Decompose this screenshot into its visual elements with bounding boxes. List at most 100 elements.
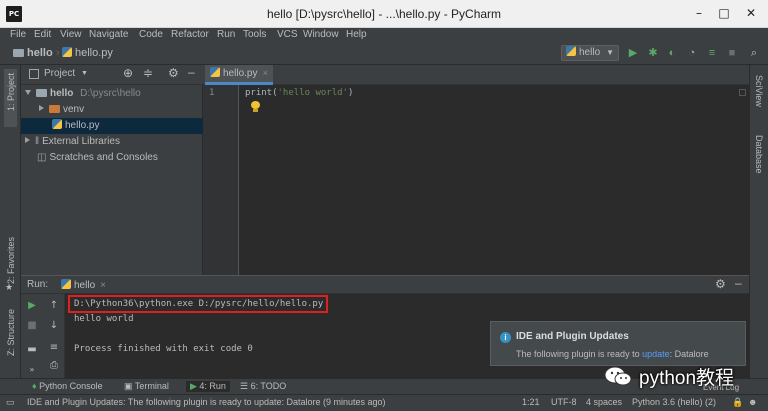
run-icon: ▶ xyxy=(190,381,200,391)
close-button[interactable]: ✕ xyxy=(739,4,763,22)
run-icon[interactable]: ▶ xyxy=(627,47,639,59)
status-message[interactable]: IDE and Plugin Updates: The following pl… xyxy=(27,397,386,407)
run-toolbar-right: ↑ ↓ ≡ ⎙ xyxy=(43,294,65,379)
rerun-icon[interactable]: ▶ xyxy=(26,300,38,312)
project-tool-button[interactable]: 1: Project xyxy=(4,69,17,127)
run-tab[interactable]: ▶ 4: Run xyxy=(186,381,230,392)
editor-tab-bar: hello.py × xyxy=(203,65,749,85)
menu-refactor[interactable]: Refactor xyxy=(171,29,209,40)
run-tab-label: 4: Run xyxy=(199,381,226,391)
menu-file[interactable]: File xyxy=(10,29,26,40)
profile-icon[interactable]: ◔ xyxy=(686,47,698,59)
minimize-button[interactable]: – xyxy=(687,4,711,22)
collapse-all-icon[interactable]: ≑ xyxy=(143,66,153,80)
tree-file-label: hello.py xyxy=(65,120,100,131)
folder-icon xyxy=(49,105,60,113)
project-tool-label: 1: Project xyxy=(6,73,16,112)
run-panel-label: Run: xyxy=(27,279,49,290)
print-icon[interactable]: ⎙ xyxy=(48,360,60,372)
lock-icon[interactable]: 🔒 xyxy=(732,397,743,408)
project-panel-header: Project ▼ ⊕ ≑ ⚙ – xyxy=(21,65,203,85)
menu-tools[interactable]: Tools xyxy=(243,29,266,40)
run-configuration-dropdown[interactable]: hello ▼ xyxy=(561,45,619,61)
python-console-tab[interactable]: ♦ Python Console xyxy=(32,381,103,391)
layout-icon[interactable]: ▬ xyxy=(26,344,38,356)
scroll-down-icon[interactable]: ↓ xyxy=(48,320,60,332)
soft-wrap-icon[interactable]: ≡ xyxy=(48,342,60,354)
close-tab-icon[interactable]: × xyxy=(263,65,268,82)
hide-panel-icon[interactable]: – xyxy=(735,276,742,290)
code-line-1[interactable]: print('hello world') xyxy=(245,88,353,98)
chevron-down-icon[interactable]: ▼ xyxy=(81,70,88,77)
python-interpreter[interactable]: Python 3.6 (hello) (2) xyxy=(632,397,716,407)
debug-icon[interactable]: ✱ xyxy=(647,47,659,59)
caret-position[interactable]: 1:21 xyxy=(522,397,540,407)
close-tab-icon[interactable]: × xyxy=(100,280,106,291)
python-file-icon xyxy=(62,47,72,57)
todo-label: 6: TODO xyxy=(250,381,287,391)
notification-title: IDE and Plugin Updates xyxy=(516,331,629,342)
run-toolbar-left: ▶ ■ ▬ » xyxy=(21,294,43,379)
breadcrumb-project[interactable]: hello xyxy=(13,47,53,59)
sciview-tool-button[interactable]: SciView xyxy=(754,75,764,107)
code-function: print xyxy=(245,88,273,98)
menu-help[interactable]: Help xyxy=(346,29,367,40)
menu-bar: File Edit View Navigate Code Refactor Ru… xyxy=(0,28,768,42)
database-tool-button[interactable]: Database xyxy=(754,135,764,174)
menu-window[interactable]: Window xyxy=(303,29,339,40)
console-exit-line: Process finished with exit code 0 xyxy=(74,344,253,354)
wechat-watermark: python教程 xyxy=(599,361,749,393)
update-notification[interactable]: i IDE and Plugin Updates The following p… xyxy=(490,321,746,366)
python-file-icon xyxy=(52,119,62,129)
update-link[interactable]: update xyxy=(642,349,670,359)
structure-tool-button[interactable]: Z: Structure xyxy=(6,309,16,356)
menu-edit[interactable]: Edit xyxy=(34,29,51,40)
locate-icon[interactable]: ⊕ xyxy=(123,66,133,80)
notification-body-suffix: : Datalore xyxy=(669,349,709,359)
terminal-icon: ▣ xyxy=(124,381,135,391)
run-config-label: hello xyxy=(579,47,601,58)
breadcrumb-file[interactable]: hello.py xyxy=(62,47,113,59)
terminal-tab[interactable]: ▣ Terminal xyxy=(124,381,169,392)
code-string: 'hello world' xyxy=(277,88,348,98)
inspector-icon[interactable]: ☻ xyxy=(748,397,757,407)
project-view-dropdown[interactable]: Project xyxy=(44,68,75,79)
tree-item-external-libraries[interactable]: ‖ External Libraries xyxy=(21,134,203,150)
favorites-tool-button[interactable]: 2: Favorites xyxy=(6,237,16,284)
menu-view[interactable]: View xyxy=(60,29,82,40)
tree-item-scratches[interactable]: ◫ Scratches and Consoles xyxy=(21,150,203,166)
more-icon[interactable]: » xyxy=(26,364,38,376)
menu-vcs[interactable]: VCS xyxy=(277,29,298,40)
todo-tab[interactable]: ☰ 6: TODO xyxy=(240,381,286,392)
menu-navigate[interactable]: Navigate xyxy=(89,29,128,40)
breadcrumb-project-label: hello xyxy=(27,47,53,59)
scroll-up-icon[interactable]: ↑ xyxy=(48,300,60,312)
expanded-arrow-icon xyxy=(25,90,31,95)
run-with-coverage-icon[interactable]: ◐ xyxy=(666,47,678,59)
tree-venv-label: venv xyxy=(63,104,85,115)
notification-body: The following plugin is ready to update:… xyxy=(516,349,709,359)
lightbulb-icon[interactable] xyxy=(251,101,260,112)
menu-run[interactable]: Run xyxy=(217,29,235,40)
concurrency-diagram-icon[interactable]: ≡ xyxy=(706,47,718,59)
menu-code[interactable]: Code xyxy=(139,29,163,40)
search-everywhere-icon[interactable]: ⌕ xyxy=(748,47,760,59)
maximize-button[interactable]: □ xyxy=(712,4,736,22)
folder-icon xyxy=(36,89,47,97)
status-toggle-icon[interactable]: ▭ xyxy=(6,397,15,408)
collapsed-arrow-icon xyxy=(25,137,30,143)
tree-item-venv[interactable]: venv xyxy=(21,102,203,118)
tree-root-hello[interactable]: hello D:\pysrc\hello xyxy=(21,86,203,102)
file-encoding[interactable]: UTF-8 xyxy=(551,397,577,407)
run-tab-hello[interactable]: hello × xyxy=(61,279,106,291)
gear-icon[interactable]: ⚙ xyxy=(715,277,726,291)
stop-icon[interactable]: ■ xyxy=(726,47,738,59)
gear-icon[interactable]: ⚙ xyxy=(168,66,179,80)
indent-setting[interactable]: 4 spaces xyxy=(586,397,622,407)
tree-item-hello-py[interactable]: hello.py xyxy=(21,118,203,134)
hide-panel-icon[interactable]: – xyxy=(188,65,195,79)
code-editor[interactable]: print('hello world') xyxy=(239,85,749,275)
stop-icon[interactable]: ■ xyxy=(26,320,38,332)
wechat-logo-icon xyxy=(604,366,632,386)
editor-tab-hello-py[interactable]: hello.py × xyxy=(205,65,273,85)
